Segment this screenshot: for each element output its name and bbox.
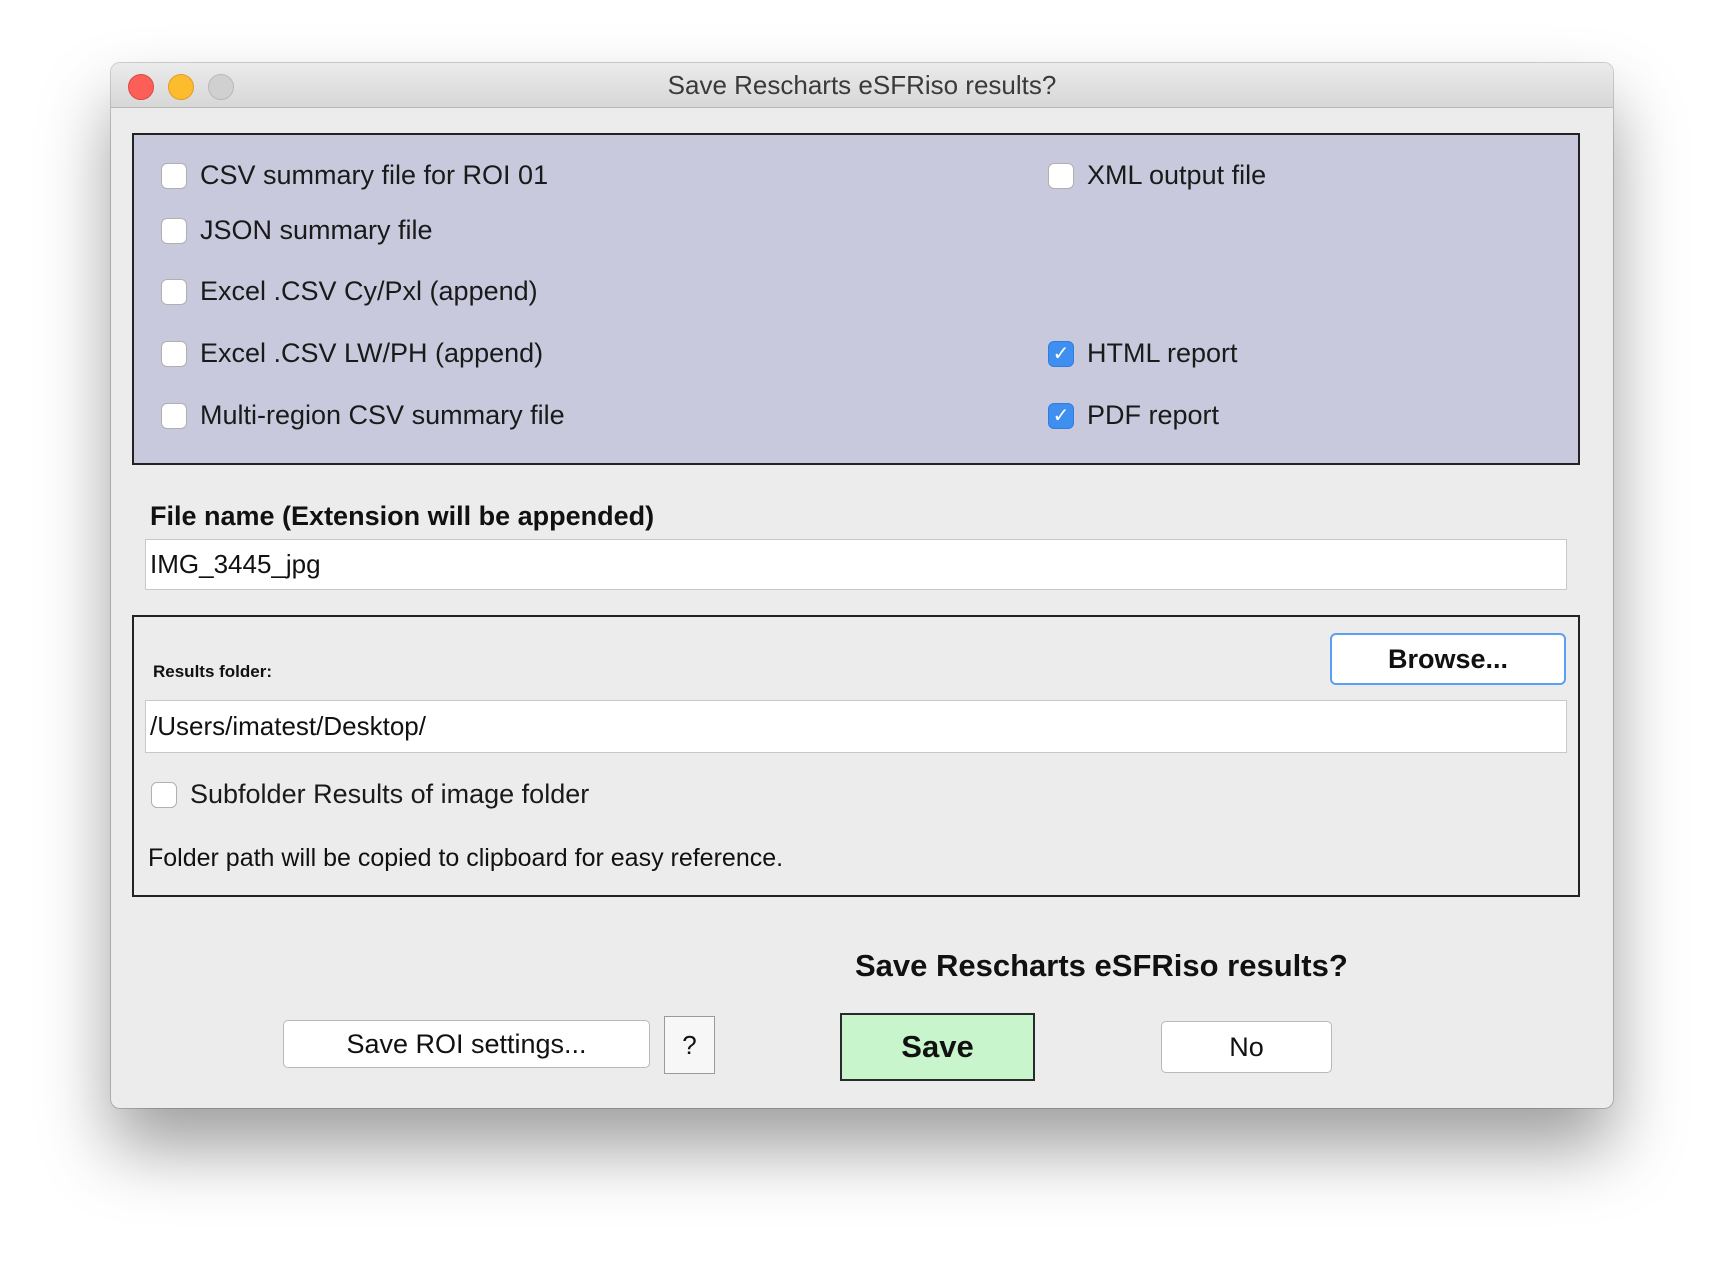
json-summary-label: JSON summary file xyxy=(200,215,433,245)
html-report-label: HTML report xyxy=(1087,338,1238,368)
xml-output-checkbox[interactable] xyxy=(1048,162,1074,189)
option-excel-cy[interactable]: Excel .CSV Cy/Pxl (append) xyxy=(161,276,538,307)
save-question: Save Rescharts eSFRiso results? xyxy=(855,948,1348,983)
browse-button[interactable]: Browse... xyxy=(1330,633,1566,685)
option-excel-lw[interactable]: Excel .CSV LW/PH (append) xyxy=(161,338,543,369)
excel-lw-label: Excel .CSV LW/PH (append) xyxy=(200,338,544,368)
multi-region-label: Multi-region CSV summary file xyxy=(200,400,565,430)
no-button[interactable]: No xyxy=(1161,1021,1332,1073)
file-name-label: File name (Extension will be appended) xyxy=(150,501,655,531)
results-folder-panel: Results folder: Browse... /Users/imatest… xyxy=(132,615,1580,897)
json-summary-checkbox[interactable] xyxy=(161,217,187,244)
results-folder-path-field[interactable]: /Users/imatest/Desktop/ xyxy=(145,700,1567,753)
option-json-summary[interactable]: JSON summary file xyxy=(161,215,433,246)
pdf-report-checkbox[interactable]: ✓ xyxy=(1048,402,1074,429)
csv-summary-checkbox[interactable] xyxy=(161,162,187,189)
save-button[interactable]: Save xyxy=(840,1013,1035,1081)
option-html-report[interactable]: ✓ HTML report xyxy=(1048,338,1238,369)
output-options-panel: CSV summary file for ROI 01 JSON summary… xyxy=(132,133,1580,465)
option-pdf-report[interactable]: ✓ PDF report xyxy=(1048,400,1219,431)
save-results-dialog: Save Rescharts eSFRiso results? CSV summ… xyxy=(111,63,1613,1108)
subfolder-checkbox[interactable] xyxy=(151,781,177,808)
window-title: Save Rescharts eSFRiso results? xyxy=(667,70,1057,100)
excel-cy-label: Excel .CSV Cy/Pxl (append) xyxy=(200,276,538,306)
file-name-field[interactable]: IMG_3445_jpg xyxy=(145,539,1567,590)
help-button[interactable]: ? xyxy=(664,1016,715,1074)
multi-region-checkbox[interactable] xyxy=(161,402,187,429)
subfolder-label: Subfolder Results of image folder xyxy=(190,779,590,809)
html-report-checkbox[interactable]: ✓ xyxy=(1048,340,1074,367)
pdf-report-label: PDF report xyxy=(1087,400,1220,430)
results-folder-label: Results folder: xyxy=(153,662,273,681)
excel-lw-checkbox[interactable] xyxy=(161,340,187,367)
subfolder-option[interactable]: Subfolder Results of image folder xyxy=(151,779,589,810)
xml-output-label: XML output file xyxy=(1087,160,1267,190)
option-multi-region[interactable]: Multi-region CSV summary file xyxy=(161,400,565,431)
option-csv-summary[interactable]: CSV summary file for ROI 01 xyxy=(161,160,548,191)
option-xml-output[interactable]: XML output file xyxy=(1048,160,1266,191)
title-bar: Save Rescharts eSFRiso results? xyxy=(111,63,1613,108)
excel-cy-checkbox[interactable] xyxy=(161,278,187,305)
save-roi-settings-button[interactable]: Save ROI settings... xyxy=(283,1020,650,1068)
csv-summary-label: CSV summary file for ROI 01 xyxy=(200,160,549,190)
clipboard-note: Folder path will be copied to clipboard … xyxy=(148,844,784,872)
